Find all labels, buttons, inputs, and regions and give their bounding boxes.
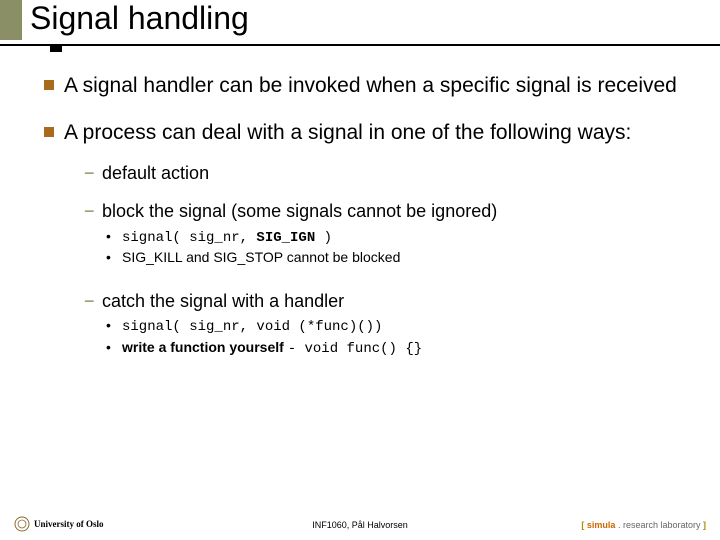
dot-bullet-icon: • [106, 338, 111, 358]
slide-body: A signal handler can be invoked when a s… [0, 56, 720, 359]
code-signal-ign-b: SIG_IGN [256, 230, 315, 246]
square-bullet-icon [44, 80, 54, 90]
title-accent [0, 0, 22, 40]
bullet-2-text: A process can deal with a signal in one … [64, 121, 631, 144]
dot-bullet-icon: • [106, 248, 111, 268]
title-underline-tick [50, 46, 62, 52]
code-signal-ign-c: ) [315, 230, 332, 246]
bullet-2-1: − default action [64, 162, 684, 185]
bullet-2-3-2-text: write a function yourself [122, 339, 288, 355]
bullet-2-2-2-text: SIG_KILL and SIG_STOP cannot be blocked [122, 249, 400, 265]
footer-lab: research laboratory [623, 520, 703, 530]
footer-dot: . [615, 520, 623, 530]
dash-bullet-icon: − [84, 290, 95, 313]
bullet-2-1-text: default action [102, 163, 209, 183]
bullet-2: A process can deal with a signal in one … [44, 121, 684, 360]
bullet-2-3-text: catch the signal with a handler [102, 291, 344, 311]
footer-simula: simula [587, 520, 616, 530]
footer: University of Oslo INF1060, Pål Halvorse… [0, 510, 720, 532]
title-bar: Signal handling [0, 0, 720, 56]
bullet-2-2-text: block the signal (some signals cannot be… [102, 201, 497, 221]
bullet-2-2-2: • SIG_KILL and SIG_STOP cannot be blocke… [64, 248, 684, 268]
slide-title: Signal handling [30, 0, 249, 37]
bullet-2-3-1: • signal( sig_nr, void (*func)()) [64, 316, 684, 338]
title-underline [0, 44, 720, 46]
dot-bullet-icon: • [106, 227, 111, 247]
footer-right: [ simula . research laboratory ] [581, 520, 706, 530]
code-void-func: - void func() {} [288, 341, 422, 357]
bullet-2-3-2: • write a function yourself - void func(… [64, 338, 684, 360]
dot-bullet-icon: • [106, 316, 111, 336]
dash-bullet-icon: − [84, 162, 95, 185]
bullet-2-3: − catch the signal with a handler [64, 290, 684, 313]
bullet-1-text: A signal handler can be invoked when a s… [64, 74, 677, 97]
bullet-2-2-1: • signal( sig_nr, SIG_IGN ) [64, 227, 684, 249]
dash-bullet-icon: − [84, 200, 95, 223]
footer-bracket-close: ] [703, 520, 706, 530]
code-signal-ign-a: signal( sig_nr, [122, 230, 256, 246]
bullet-2-2: − block the signal (some signals cannot … [64, 200, 684, 223]
bullet-1: A signal handler can be invoked when a s… [44, 74, 684, 99]
code-signal-func: signal( sig_nr, void (*func)()) [122, 319, 382, 335]
square-bullet-icon [44, 127, 54, 137]
